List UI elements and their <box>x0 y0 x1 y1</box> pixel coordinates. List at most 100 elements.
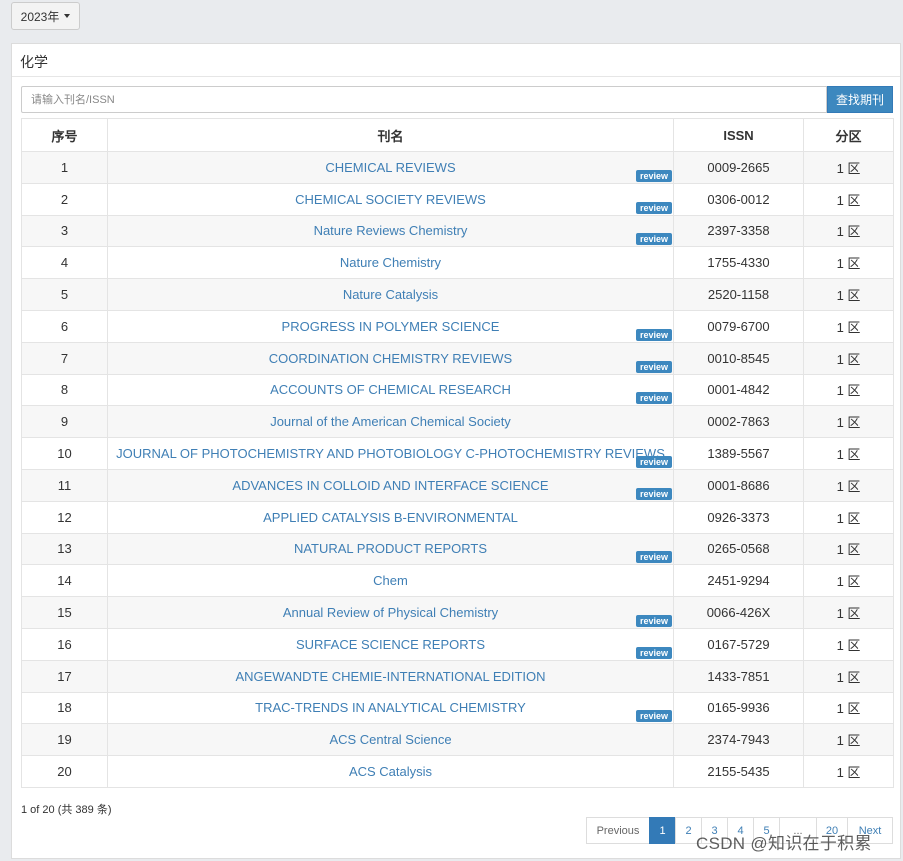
watermark: CSDN @知识在于积累 <box>696 834 872 853</box>
row-number: 20 <box>21 755 108 788</box>
row-number: 6 <box>21 309 108 343</box>
table-row: 20 ACS Catalysis 2155-5435 1 区 <box>21 755 894 788</box>
table-row: 19 ACS Central Science 2374-7943 1 区 <box>21 723 894 757</box>
journal-name-cell: ANGEWANDTE CHEMIE-INTERNATIONAL EDITION <box>107 659 674 693</box>
journal-name-cell: ACS Catalysis <box>107 755 674 788</box>
journal-name-link[interactable]: COORDINATION CHEMISTRY REVIEWS <box>269 351 512 366</box>
table-row: 16 SURFACE SCIENCE REPORTS review 0167-5729… <box>21 627 894 661</box>
journal-name-link[interactable]: ADVANCES IN COLLOID AND INTERFACE SCIENC… <box>232 478 548 493</box>
journal-name-link[interactable]: PROGRESS IN POLYMER SCIENCE <box>282 319 500 334</box>
issn-cell: 0926-3373 <box>673 500 804 534</box>
journal-name-link[interactable]: JOURNAL OF PHOTOCHEMISTRY AND PHOTOBIOLO… <box>116 446 665 461</box>
journal-name-cell: COORDINATION CHEMISTRY REVIEWS review <box>107 341 674 375</box>
journal-name-link[interactable]: CHEMICAL SOCIETY REVIEWS <box>295 192 486 207</box>
zone-cell: 1 区 <box>803 468 894 502</box>
issn-cell: 0306-0012 <box>673 182 804 216</box>
table-row: 6 PROGRESS IN POLYMER SCIENCE review 0079-6… <box>21 309 894 343</box>
row-number: 5 <box>21 278 108 311</box>
review-badge: review <box>635 710 672 723</box>
table-row: 9 Journal of the American Chemical Societ… <box>21 405 894 439</box>
zone-cell: 1 区 <box>803 151 894 184</box>
journal-name-cell: Nature Reviews Chemistry review <box>107 214 674 248</box>
row-number: 11 <box>21 468 108 502</box>
row-number: 13 <box>21 532 108 566</box>
row-number: 19 <box>21 723 108 757</box>
journal-name-cell: APPLIED CATALYSIS B-ENVIRONMENTAL <box>107 500 674 534</box>
zone-cell: 1 区 <box>803 564 894 598</box>
journal-name-link[interactable]: NATURAL PRODUCT REPORTS <box>294 541 487 556</box>
row-number: 7 <box>21 341 108 375</box>
zone-cell: 1 区 <box>803 596 894 629</box>
journal-name-link[interactable]: Nature Catalysis <box>343 287 438 302</box>
journal-name-cell: Journal of the American Chemical Society <box>107 405 674 439</box>
table-row: 5 Nature Catalysis 2520-1158 1 区 <box>21 278 894 311</box>
issn-cell: 0165-9936 <box>673 691 804 725</box>
issn-cell: 2374-7943 <box>673 723 804 757</box>
journal-name-cell: PROGRESS IN POLYMER SCIENCE review <box>107 309 674 343</box>
review-badge: review <box>635 646 672 659</box>
row-number: 10 <box>21 437 108 470</box>
journal-name-link[interactable]: ANGEWANDTE CHEMIE-INTERNATIONAL EDITION <box>235 669 545 684</box>
review-badge: review <box>635 455 672 468</box>
review-badge: review <box>635 169 672 182</box>
zone-cell: 1 区 <box>803 532 894 566</box>
review-badge: review <box>635 201 672 214</box>
journal-name-cell: TRAC-TRENDS IN ANALYTICAL CHEMISTRY revie… <box>107 691 674 725</box>
journal-name-link[interactable]: Nature Chemistry <box>340 255 441 270</box>
review-badge: review <box>635 233 672 246</box>
search-input[interactable] <box>21 86 827 113</box>
zone-cell: 1 区 <box>803 405 894 439</box>
review-badge: review <box>635 614 672 627</box>
row-number: 9 <box>21 405 108 439</box>
issn-cell: 1389-5567 <box>673 437 804 470</box>
journal-name-cell: ACCOUNTS OF CHEMICAL RESEARCH review <box>107 373 674 407</box>
journal-name-link[interactable]: TRAC-TRENDS IN ANALYTICAL CHEMISTRY <box>255 700 526 715</box>
journal-name-cell: ADVANCES IN COLLOID AND INTERFACE SCIENC… <box>107 468 674 502</box>
issn-cell: 0001-4842 <box>673 373 804 407</box>
issn-cell: 2155-5435 <box>673 755 804 788</box>
journal-name-cell: ACS Central Science <box>107 723 674 757</box>
table-row: 8 ACCOUNTS OF CHEMICAL RESEARCH review 0001… <box>21 373 894 407</box>
row-number: 12 <box>21 500 108 534</box>
journal-name-cell: CHEMICAL REVIEWS review <box>107 151 674 184</box>
journal-name-link[interactable]: Nature Reviews Chemistry <box>314 223 468 238</box>
zone-cell: 1 区 <box>803 691 894 725</box>
zone-cell: 1 区 <box>803 341 894 375</box>
page-button-1[interactable]: 1 <box>649 817 676 844</box>
journal-name-link[interactable]: Journal of the American Chemical Society <box>270 414 511 429</box>
previous-page-button[interactable]: Previous <box>586 817 650 844</box>
zone-cell: 1 区 <box>803 278 894 311</box>
row-number: 14 <box>21 564 108 598</box>
journal-name-cell: CHEMICAL SOCIETY REVIEWS review <box>107 182 674 216</box>
year-dropdown-button[interactable]: 2023年 <box>11 2 80 30</box>
row-number: 4 <box>21 246 108 280</box>
row-number: 3 <box>21 214 108 248</box>
journal-table: 序号 刊名 ISSN 分区 1 CHEMICAL REVIEWS review 000… <box>21 118 894 788</box>
row-number: 18 <box>21 691 108 725</box>
row-number: 16 <box>21 627 108 661</box>
journal-name-link[interactable]: ACS Central Science <box>329 732 451 747</box>
row-number: 2 <box>21 182 108 216</box>
table-row: 7 COORDINATION CHEMISTRY REVIEWS review 001… <box>21 341 894 375</box>
journal-name-link[interactable]: ACCOUNTS OF CHEMICAL RESEARCH <box>270 382 511 397</box>
review-badge: review <box>635 487 672 500</box>
table-body: 1 CHEMICAL REVIEWS review 0009-2665 1 区 2 CHEM… <box>21 151 894 788</box>
journal-name-link[interactable]: APPLIED CATALYSIS B-ENVIRONMENTAL <box>263 510 518 525</box>
journal-name-link[interactable]: Annual Review of Physical Chemistry <box>283 605 498 620</box>
table-row: 1 CHEMICAL REVIEWS review 0009-2665 1 区 <box>21 151 894 184</box>
zone-cell: 1 区 <box>803 373 894 407</box>
zone-cell: 1 区 <box>803 214 894 248</box>
zone-cell: 1 区 <box>803 755 894 788</box>
panel-title: 化学 <box>12 44 900 77</box>
column-header-no: 序号 <box>21 118 108 152</box>
journal-name-cell: SURFACE SCIENCE REPORTS review <box>107 627 674 661</box>
zone-cell: 1 区 <box>803 437 894 470</box>
journal-name-link[interactable]: Chem <box>373 573 408 588</box>
search-button[interactable]: 查找期刊 <box>827 86 893 113</box>
journal-name-link[interactable]: SURFACE SCIENCE REPORTS <box>296 637 485 652</box>
journal-name-link[interactable]: ACS Catalysis <box>349 764 432 779</box>
pagination-summary: 1 of 20 (共 389 条) <box>21 804 112 816</box>
review-badge: review <box>635 392 672 405</box>
journal-name-link[interactable]: CHEMICAL REVIEWS <box>325 160 455 175</box>
issn-cell: 0167-5729 <box>673 627 804 661</box>
